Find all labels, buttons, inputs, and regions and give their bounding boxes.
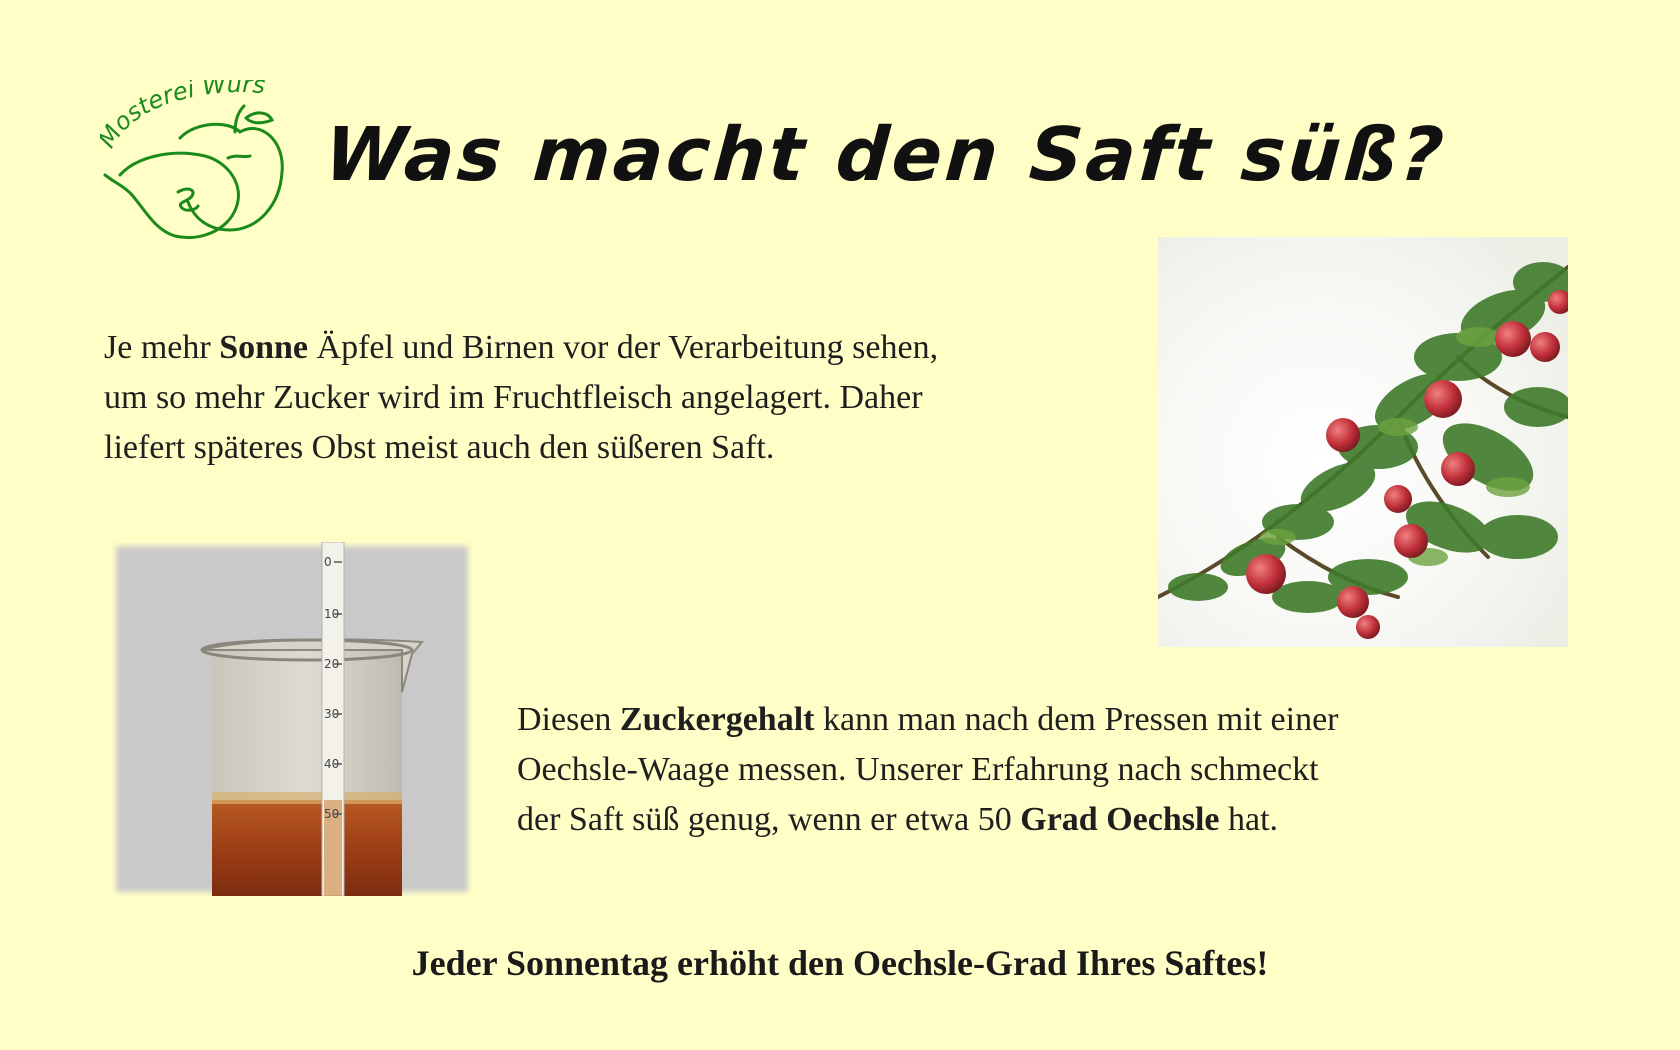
svg-text:Mosterei Wurst: Mosterei Wurst — [100, 80, 266, 153]
p2-line2: Oechsle-Waage messen. Unserer Erfahrung … — [517, 751, 1319, 788]
p1-pre: Je mehr — [104, 329, 220, 366]
logo-text: Mosterei Wurst — [100, 80, 266, 153]
p2-pre: Diesen — [517, 701, 620, 738]
p2-bold-grad-oechsle: Grad Oechsle — [1020, 801, 1220, 838]
p1-bold-sonne: Sonne — [219, 329, 309, 366]
scale-10: 10 — [324, 607, 339, 621]
paragraph-sun: Je mehr Sonne Äpfel und Birnen vor der V… — [104, 323, 1144, 473]
p2-line3-post: hat. — [1219, 801, 1279, 838]
scale-30: 30 — [324, 707, 339, 721]
scale-50: 50 — [324, 807, 339, 821]
page-title: Was macht den Saft süß? — [321, 112, 1450, 198]
p1-line3: liefert späteres Obst meist auch den süß… — [104, 429, 775, 466]
p1-line2: um so mehr Zucker wird im Fruchtfleisch … — [104, 379, 923, 416]
p2-line1-rest: kann man nach dem Pressen mit einer — [814, 701, 1339, 738]
scale-20: 20 — [324, 657, 339, 671]
paragraph-oechsle: Diesen Zuckergehalt kann man nach dem Pr… — [517, 695, 1567, 845]
scale-0: 0 — [324, 555, 332, 569]
hydrometer-photo: 0 10 20 30 40 50 — [116, 542, 468, 896]
apple-tree-photo — [1158, 237, 1568, 647]
p1-line1-rest: Äpfel und Birnen vor der Verarbeitung se… — [308, 329, 939, 366]
mosterei-wurst-logo: Mosterei Wurst — [100, 80, 284, 239]
footer-slogan: Jeder Sonnentag erhöht den Oechsle-Grad … — [411, 943, 1269, 983]
p2-line3-pre: der Saft süß genug, wenn er etwa 50 — [517, 801, 1021, 838]
scale-40: 40 — [324, 757, 339, 771]
p2-bold-zuckergehalt: Zuckergehalt — [619, 701, 815, 738]
